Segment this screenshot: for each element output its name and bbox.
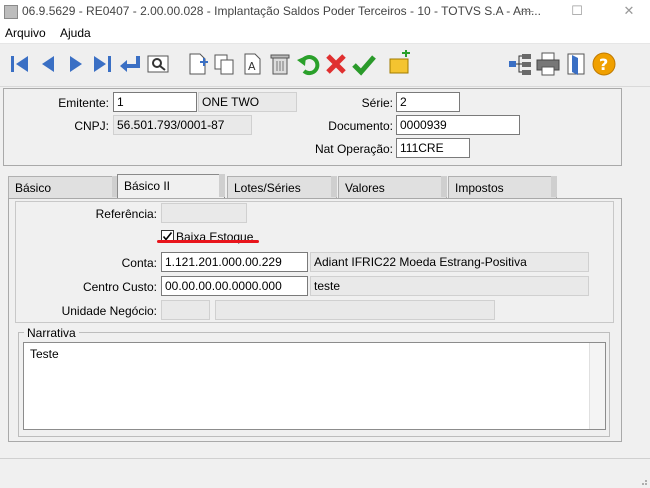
documento-field[interactable]: 0000939: [396, 115, 520, 135]
tab-valores[interactable]: Valores: [338, 176, 447, 198]
exit-icon[interactable]: [562, 50, 590, 78]
tab-impostos[interactable]: Impostos: [448, 176, 557, 198]
title-bar: 06.9.5629 - RE0407 - 2.00.00.028 - Impla…: [0, 0, 650, 23]
documento-label: Documento:: [328, 119, 393, 133]
window-title: 06.9.5629 - RE0407 - 2.00.00.028 - Impla…: [22, 4, 541, 18]
conta-description: Adiant IFRIC22 Moeda Estrang-Positiva: [310, 252, 589, 272]
tab-lotes-series[interactable]: Lotes/Séries: [227, 176, 337, 198]
confirm-icon[interactable]: [350, 50, 378, 78]
emitente-name: ONE TWO: [198, 92, 297, 112]
unidade-negocio-value: [161, 300, 210, 320]
edit-icon[interactable]: A: [238, 50, 266, 78]
tab-bevel: [219, 174, 225, 197]
tab-bevel: [441, 176, 447, 197]
tab-basico[interactable]: Básico: [8, 176, 118, 198]
emitente-label: Emitente:: [58, 96, 109, 110]
maximize-button[interactable]: ☐: [560, 0, 594, 23]
tab-basico-label: Básico: [15, 181, 52, 195]
svg-text:?: ?: [599, 55, 608, 74]
cancel-icon[interactable]: [322, 50, 350, 78]
search-icon[interactable]: [144, 50, 172, 78]
svg-text:A: A: [248, 60, 256, 73]
narrativa-text: Teste: [30, 347, 59, 361]
cnpj-label: CNPJ:: [74, 119, 109, 133]
help-icon[interactable]: ?: [590, 50, 618, 78]
minimize-button[interactable]: —: [510, 0, 544, 23]
tab-lotes-series-label: Lotes/Séries: [234, 181, 301, 195]
menu-bar: Arquivo Ajuda: [0, 23, 650, 44]
delete-icon[interactable]: [266, 50, 294, 78]
resize-grip-icon[interactable]: [638, 476, 648, 486]
centro-custo-field[interactable]: 00.00.00.00.0000.000: [161, 276, 308, 296]
copy-icon[interactable]: [210, 50, 238, 78]
next-icon[interactable]: [62, 50, 90, 78]
narrativa-textarea[interactable]: Teste: [23, 342, 606, 430]
new-folder-icon[interactable]: [386, 50, 414, 78]
tab-basico-ii[interactable]: Básico II: [117, 174, 225, 198]
status-bar: [0, 458, 650, 488]
unidade-negocio-description: [215, 300, 495, 320]
conta-label: Conta:: [121, 256, 157, 270]
unidade-negocio-label: Unidade Negócio:: [61, 304, 157, 318]
serie-label: Série:: [361, 96, 393, 110]
menu-arquivo[interactable]: Arquivo: [5, 26, 46, 40]
highlight-underline: [157, 240, 259, 243]
centro-custo-description: teste: [310, 276, 589, 296]
app-icon: [4, 5, 18, 19]
tree-icon[interactable]: [506, 50, 534, 78]
new-icon[interactable]: [184, 50, 212, 78]
emitente-field[interactable]: 1: [113, 92, 197, 112]
nat-operacao-label: Nat Operação:: [314, 142, 393, 156]
referencia-label: Referência:: [95, 207, 157, 221]
nat-operacao-field[interactable]: 111CRE: [396, 138, 470, 158]
tab-bevel: [331, 176, 337, 197]
conta-field[interactable]: 1.121.201.000.00.229: [161, 252, 308, 272]
first-icon[interactable]: [6, 50, 34, 78]
goto-icon[interactable]: [116, 50, 144, 78]
tab-basico-ii-label: Básico II: [124, 179, 171, 193]
referencia-value: [161, 203, 247, 223]
menu-ajuda[interactable]: Ajuda: [60, 26, 91, 40]
print-icon[interactable]: [534, 50, 562, 78]
close-button[interactable]: ✕: [612, 0, 646, 23]
serie-field[interactable]: 2: [396, 92, 460, 112]
prev-icon[interactable]: [34, 50, 62, 78]
last-icon[interactable]: [88, 50, 116, 78]
cnpj-value: 56.501.793/0001-87: [113, 115, 252, 135]
centro-custo-label: Centro Custo:: [82, 280, 157, 294]
tab-valores-label: Valores: [345, 181, 385, 195]
toolbar: A ?: [0, 44, 650, 87]
undo-icon[interactable]: [294, 50, 322, 78]
narrativa-label: Narrativa: [24, 326, 79, 340]
tab-impostos-label: Impostos: [455, 181, 504, 195]
tab-bevel: [551, 176, 557, 197]
narrativa-scrollbar[interactable]: [589, 343, 605, 429]
